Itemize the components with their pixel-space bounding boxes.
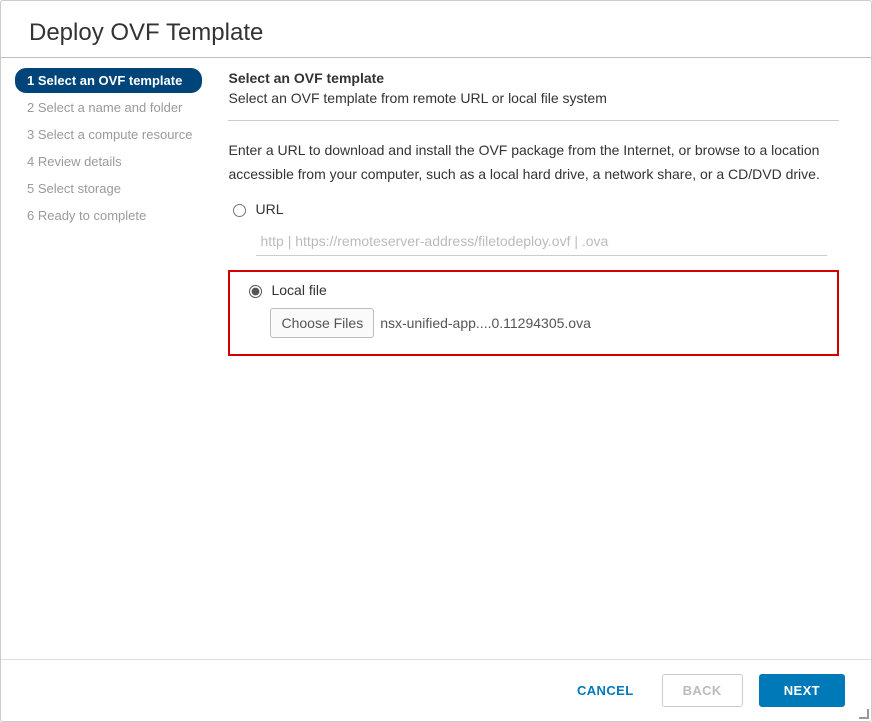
cancel-button[interactable]: CANCEL — [565, 675, 646, 706]
step-ready-to-complete: 6 Ready to complete — [15, 203, 202, 228]
content-subheading: Select an OVF template from remote URL o… — [228, 90, 839, 106]
deploy-ovf-dialog: Deploy OVF Template 1 Select an OVF temp… — [0, 0, 872, 722]
step-review-details: 4 Review details — [15, 149, 202, 174]
content-heading: Select an OVF template — [228, 70, 839, 86]
url-input[interactable] — [256, 227, 827, 256]
choose-files-row: Choose Files nsx-unified-app....0.112943… — [270, 308, 823, 338]
dialog-footer: CANCEL BACK NEXT — [1, 659, 871, 721]
url-option-row[interactable]: URL — [228, 201, 839, 217]
back-button: BACK — [662, 674, 743, 707]
wizard-content: Select an OVF template Select an OVF tem… — [210, 58, 863, 659]
step-select-storage: 5 Select storage — [15, 176, 202, 201]
local-file-radio[interactable] — [249, 285, 262, 298]
chosen-filename: nsx-unified-app....0.11294305.ova — [380, 315, 591, 331]
next-button[interactable]: NEXT — [759, 674, 845, 707]
content-description: Enter a URL to download and install the … — [228, 139, 839, 187]
choose-files-button[interactable]: Choose Files — [270, 308, 374, 338]
wizard-steps: 1 Select an OVF template 2 Select a name… — [1, 58, 210, 659]
url-option-label: URL — [255, 201, 283, 217]
dialog-body: 1 Select an OVF template 2 Select a name… — [1, 58, 871, 659]
divider — [228, 120, 839, 121]
local-file-option-row[interactable]: Local file — [244, 282, 823, 298]
local-file-option-label: Local file — [271, 282, 326, 298]
local-file-highlight: Local file Choose Files nsx-unified-app.… — [228, 270, 839, 356]
url-radio[interactable] — [233, 204, 246, 217]
step-select-ovf-template[interactable]: 1 Select an OVF template — [15, 68, 202, 93]
dialog-title: Deploy OVF Template — [1, 1, 871, 58]
step-select-compute-resource: 3 Select a compute resource — [15, 122, 202, 147]
step-select-name-folder: 2 Select a name and folder — [15, 95, 202, 120]
